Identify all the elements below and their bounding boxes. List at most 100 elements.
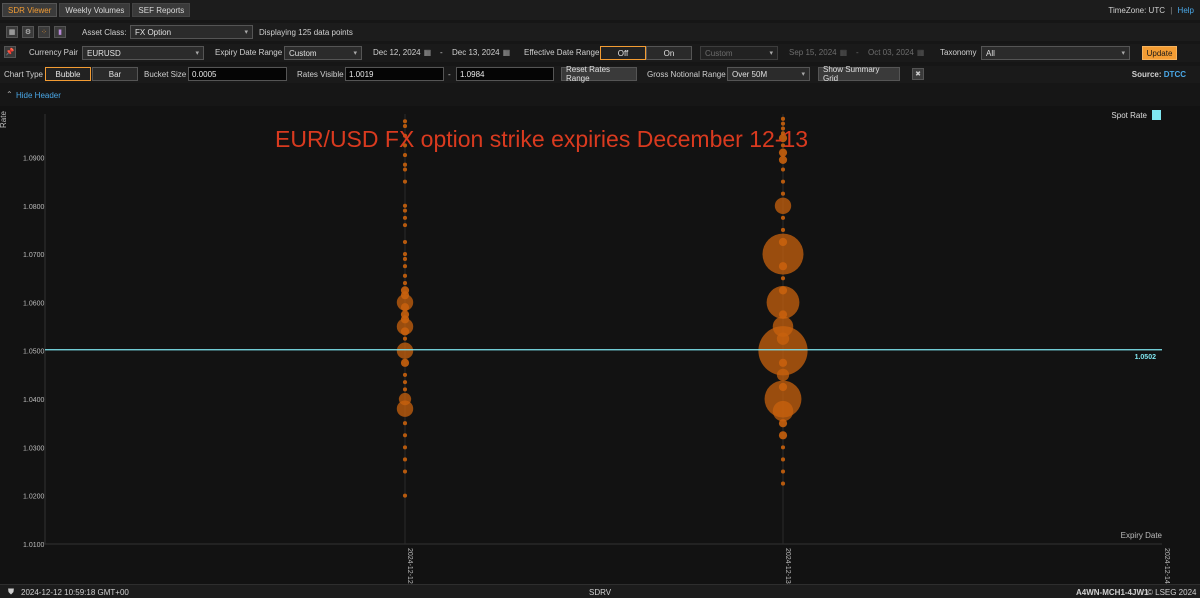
bubble-point (402, 167, 408, 172)
source-link[interactable]: DTCC (1164, 70, 1186, 79)
chart-controls: Chart Type Bubble Bar Bucket Size 0.0005… (0, 65, 1200, 83)
reset-rates-button[interactable]: Reset Rates Range (561, 65, 637, 83)
asset-class-value: FX Option (135, 27, 172, 37)
y-tick-label: 1.0800 (23, 204, 45, 211)
rates-min-input[interactable]: 1.0019 (345, 67, 444, 81)
bubble-point (758, 326, 808, 376)
bubble-point (778, 431, 788, 440)
top-bar: SDR Viewer Weekly Volumes SEF Reports Ti… (0, 0, 1200, 20)
effective-to-date[interactable]: Oct 03, 2024 ▦ (868, 48, 924, 57)
effective-on-toggle[interactable]: On (646, 46, 692, 60)
expiry-dash: - (440, 48, 443, 57)
expiry-to-date[interactable]: Dec 13, 2024 ▦ (452, 48, 510, 57)
header-separator: | (1170, 6, 1173, 15)
bubble-point (780, 167, 786, 172)
bubble-point (402, 421, 408, 426)
calendar-icon[interactable]: ▦ (840, 48, 848, 57)
bubble-point (402, 203, 408, 208)
asset-class-select[interactable]: FX Option ▾ (130, 25, 253, 39)
calendar-icon[interactable]: ▦ (917, 48, 925, 57)
bubble-point (400, 303, 410, 312)
bubble-point (402, 445, 408, 450)
collapse-icon[interactable]: ⌃ (6, 90, 13, 99)
help-link[interactable]: Help (1178, 6, 1194, 15)
bucket-size-input[interactable]: 0.0005 (188, 67, 287, 81)
bucket-size-label: Bucket Size (144, 70, 187, 79)
effective-off-toggle[interactable]: Off (600, 46, 646, 60)
bar-toggle[interactable]: Bar (92, 67, 138, 81)
legend-spot-rate-label: Spot Rate (1111, 111, 1147, 120)
expiry-range-select[interactable]: Custom ▾ (284, 46, 362, 60)
timezone-area: TimeZone: UTC | Help (1108, 6, 1194, 15)
bubble-point (402, 252, 408, 257)
bubble-point (778, 262, 788, 271)
effective-range-label: Effective Date Range (524, 48, 600, 57)
source-label: Source: (1131, 70, 1162, 79)
effective-range-select[interactable]: Custom ▾ (700, 46, 778, 60)
bubble-point (402, 223, 408, 228)
calendar-icon[interactable]: ▦ (503, 48, 511, 57)
settings-icon[interactable]: ⚙ (22, 26, 34, 38)
bubble-point (402, 469, 408, 474)
taxonomy-select[interactable]: All ▾ (981, 46, 1130, 60)
effective-from-value: Sep 15, 2024 (789, 48, 837, 57)
hide-header-bar: ⌃ Hide Header (0, 88, 1200, 102)
bubble-point (780, 227, 786, 233)
legend-spot-rate-swatch (1152, 110, 1161, 120)
bubble-point (402, 457, 408, 462)
x-tick-label: 2024-12-12 (406, 548, 413, 584)
bubble-point (780, 215, 786, 220)
expiry-range-label: Expiry Date Range (215, 48, 283, 57)
footer-app-code: SDRV (589, 588, 612, 597)
y-tick-label: 1.0500 (23, 349, 45, 356)
rates-visible-label: Rates Visible (297, 70, 344, 79)
hide-header-link[interactable]: Hide Header (16, 91, 61, 100)
calendar-icon[interactable]: ▦ (424, 48, 432, 57)
x-tick-label: 2024-12-14 (1163, 548, 1170, 584)
spot-rate-value: 1.0502 (1135, 354, 1157, 361)
data-points-count: Displaying 125 data points (259, 28, 353, 37)
bubble-toggle[interactable]: Bubble (45, 67, 91, 81)
chart-type-label: Chart Type (4, 70, 43, 79)
chevron-down-icon: ▾ (353, 50, 357, 57)
grid-view-icon[interactable]: ▦ (6, 26, 18, 38)
chart-title: EUR/USD FX option strike expiries Decemb… (275, 126, 809, 152)
chevron-down-icon: ▾ (769, 50, 773, 57)
filter-bar: 📌 Currency Pair EURUSD ▾ Expiry Date Ran… (0, 44, 1200, 62)
effective-dash: - (856, 48, 859, 57)
bubble-point (778, 419, 788, 428)
bubble-point (402, 273, 408, 278)
effective-range-value: Custom (705, 48, 733, 58)
export-excel-icon[interactable]: ✖ (912, 68, 924, 80)
bubble-point (402, 336, 408, 341)
bubble-point (778, 358, 788, 367)
x-axis-label: Expiry Date (1121, 531, 1163, 540)
bar-chart-icon[interactable]: ▮ (54, 26, 66, 38)
tab-sef-reports[interactable]: SEF Reports (132, 3, 191, 17)
rates-max-input[interactable]: 1.0984 (456, 67, 554, 81)
bubble-point (402, 239, 408, 245)
pin-icon[interactable]: 📌 (4, 46, 16, 58)
update-button[interactable]: Update (1142, 46, 1177, 60)
bubble-point (396, 342, 414, 359)
x-tick-label: 2024-12-13 (784, 548, 791, 584)
gross-notional-select[interactable]: Over 50M ▾ (727, 67, 810, 81)
bubble-point (400, 327, 410, 336)
bubble-point (776, 368, 790, 382)
effective-from-date[interactable]: Sep 15, 2024 ▦ (789, 48, 847, 57)
show-summary-grid-button[interactable]: Show Summary Grid (818, 65, 900, 83)
bubble-chart: Rate 1.0900 1.0800 1.0700 1.0600 1.0500 1.0400… (0, 110, 1170, 584)
currency-pair-select[interactable]: EURUSD ▾ (82, 46, 204, 60)
chart-area: Rate 1.0900 1.0800 1.0700 1.0600 1.0500 1.0400… (0, 106, 1200, 584)
expiry-from-date[interactable]: Dec 12, 2024 ▦ (373, 48, 431, 57)
expiry-from-value: Dec 12, 2024 (373, 48, 421, 57)
bubble-point (780, 445, 786, 450)
expiry-range-value: Custom (289, 48, 317, 58)
footer-session-code: A4WN-MCH1-4JW1 (1076, 588, 1149, 597)
bubble-point (402, 433, 408, 438)
bubble-point (774, 197, 792, 214)
tab-weekly-volumes[interactable]: Weekly Volumes (59, 3, 131, 17)
bubble-chart-icon[interactable]: ⁘ (38, 26, 50, 38)
bubble-point (402, 153, 408, 158)
tab-sdr-viewer[interactable]: SDR Viewer (2, 3, 58, 17)
